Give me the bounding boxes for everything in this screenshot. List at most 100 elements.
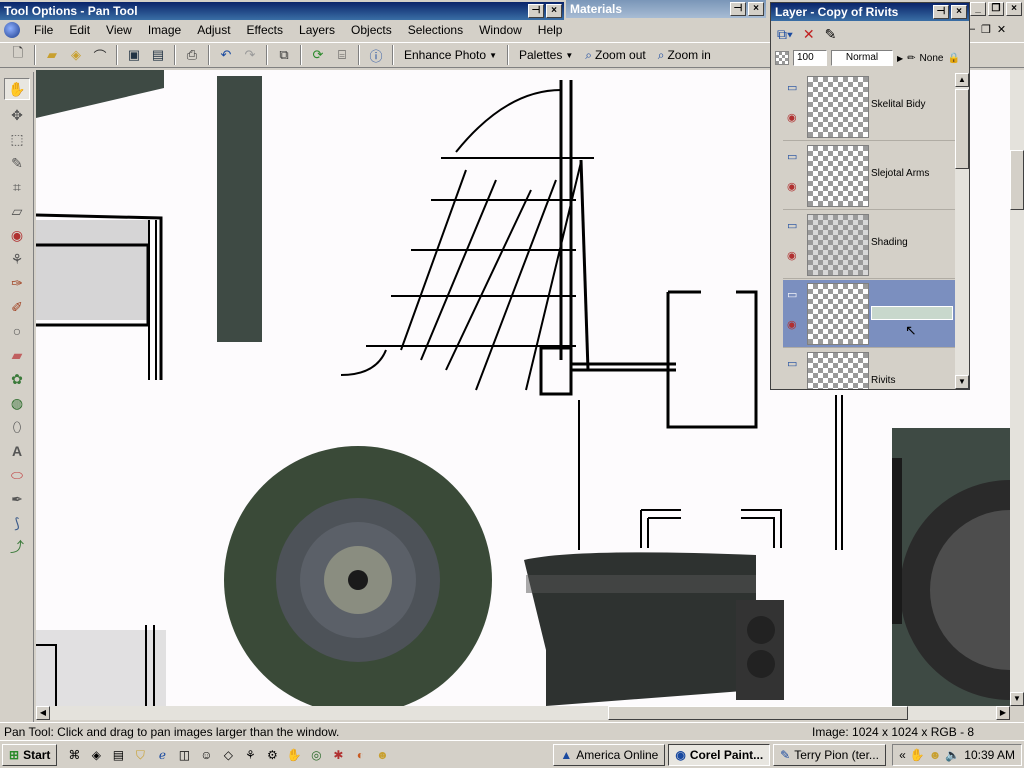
network-icon[interactable]: ⌘ <box>66 747 82 763</box>
zoom-out-button[interactable]: ⌕ Zoom out <box>585 48 645 63</box>
menu-help[interactable]: Help <box>530 20 571 40</box>
clone-tool-icon[interactable]: ⚘ <box>4 248 30 270</box>
scroll-thumb[interactable] <box>608 706 908 720</box>
scroll-left-arrow[interactable]: ◀ <box>36 706 50 720</box>
hand-icon[interactable]: ✋ <box>910 748 925 762</box>
app-icon[interactable]: ◫ <box>176 747 192 763</box>
media-icon[interactable]: ◈ <box>88 747 104 763</box>
preset-shape-icon[interactable]: ⬭ <box>4 464 30 486</box>
menu-image[interactable]: Image <box>140 20 189 40</box>
task-terry-pion[interactable]: ✎ Terry Pion (ter... <box>773 743 886 766</box>
print-icon[interactable]: ⎙ <box>181 44 203 66</box>
open-icon[interactable]: ▰ <box>41 44 63 66</box>
flood-fill-icon[interactable]: ◍ <box>4 392 30 414</box>
canvas-vertical-scrollbar[interactable]: ▼ <box>1010 70 1024 706</box>
pin-icon[interactable]: ✱ <box>330 747 346 763</box>
dropper-tool-icon[interactable]: ✎ <box>4 152 30 174</box>
corel-app-icon[interactable] <box>4 22 20 38</box>
menu-view[interactable]: View <box>98 20 140 40</box>
kite-icon[interactable]: ◇ <box>220 747 236 763</box>
move-tool-icon[interactable]: ✥ <box>4 104 30 126</box>
layer-row[interactable]: ▭ ◉ Shading <box>783 211 955 279</box>
close-icon[interactable]: × <box>1006 2 1022 16</box>
restore-icon[interactable]: ❐ <box>988 2 1004 16</box>
shield-icon[interactable]: ⛉ <box>132 747 148 763</box>
browse-icon[interactable]: ◈ <box>65 44 87 66</box>
close-icon[interactable]: × <box>951 5 967 19</box>
layer-row[interactable]: ▭ ◉ Slejotal Arms <box>783 142 955 210</box>
refresh-icon[interactable]: ⟳ <box>307 44 329 66</box>
scroll-down-arrow[interactable]: ▼ <box>955 375 969 389</box>
scan-icon[interactable]: ⌒ <box>89 44 111 66</box>
undo-icon[interactable]: ↶ <box>215 44 237 66</box>
chevron-right-icon[interactable]: ▶ <box>897 54 903 63</box>
new-icon[interactable]: 🗋 <box>7 44 29 66</box>
airbrush-icon[interactable]: ✐ <box>4 296 30 318</box>
tool-options-titlebar[interactable]: Tool Options - Pan Tool ⊣ × <box>0 2 564 20</box>
scroll-up-arrow[interactable]: ▲ <box>955 73 969 87</box>
scroll-down-arrow[interactable]: ▼ <box>1010 692 1024 706</box>
menu-layers[interactable]: Layers <box>291 20 343 40</box>
close-icon[interactable]: × <box>748 2 764 16</box>
ie-icon[interactable]: ℯ <box>154 747 170 763</box>
minimize-icon[interactable]: _ <box>970 2 986 16</box>
doc-close-icon[interactable]: ✕ <box>997 23 1006 36</box>
layer-edit-icon[interactable]: ✎ <box>825 26 837 43</box>
menu-objects[interactable]: Objects <box>343 20 400 40</box>
layer-palette-titlebar[interactable]: Layer - Copy of Rivits ⊣ × <box>771 3 969 21</box>
opacity-field[interactable]: 100 <box>793 50 827 66</box>
canvas-horizontal-scrollbar[interactable]: ◀ ▶ <box>36 706 1010 720</box>
pin-icon[interactable]: ⊣ <box>933 5 949 19</box>
start-button[interactable]: ⊞ Start <box>2 743 58 766</box>
redo-icon[interactable]: ↷ <box>239 44 261 66</box>
bird-icon[interactable]: ⚘ <box>242 747 258 763</box>
folder-icon[interactable]: ▤ <box>110 747 126 763</box>
new-layer-icon[interactable]: ⧉▾ <box>777 26 793 43</box>
pin-icon[interactable]: ⊣ <box>730 2 746 16</box>
smiley-icon[interactable]: ☻ <box>374 747 390 763</box>
info-icon[interactable]: ⓘ <box>365 44 387 66</box>
person-icon[interactable]: ☺ <box>198 747 214 763</box>
volume-icon[interactable]: 🔈 <box>945 748 960 762</box>
smudge-icon[interactable]: ⬯ <box>4 416 30 438</box>
menu-selections[interactable]: Selections <box>400 20 471 40</box>
doc-restore-icon[interactable]: ❐ <box>981 23 991 36</box>
screenshot-icon[interactable]: ⌸ <box>331 44 353 66</box>
visibility-eye-icon[interactable]: ◉ <box>787 249 797 262</box>
menu-window[interactable]: Window <box>471 20 530 40</box>
art-brush-icon[interactable]: ⟆ <box>4 512 30 534</box>
visibility-eye-icon[interactable]: ◉ <box>787 111 797 124</box>
layer-row[interactable]: ▭ Rivits <box>783 349 955 389</box>
save-icon[interactable]: ▣ <box>123 44 145 66</box>
menu-file[interactable]: File <box>26 20 61 40</box>
globe-icon[interactable]: ◎ <box>308 747 324 763</box>
layer-rename-input[interactable] <box>871 306 953 320</box>
visibility-eye-icon[interactable]: ◉ <box>787 180 797 193</box>
task-corel-paint[interactable]: ◉ Corel Paint... <box>668 743 771 766</box>
eraser-icon[interactable]: ▰ <box>4 344 30 366</box>
save-as-icon[interactable]: ▤ <box>147 44 169 66</box>
menu-adjust[interactable]: Adjust <box>189 20 238 40</box>
pan-tool-icon[interactable]: ✋ <box>4 78 30 100</box>
layer-row-selected[interactable]: ▭ ◉ ↖ <box>783 280 955 348</box>
zoom-in-button[interactable]: ⌕ Zoom in <box>658 48 711 63</box>
delete-layer-icon[interactable]: ✕ <box>803 26 815 43</box>
warp-brush-icon[interactable]: ⤴ <box>4 536 30 558</box>
red-eye-tool-icon[interactable]: ◉ <box>4 224 30 246</box>
scroll-thumb[interactable] <box>955 89 969 169</box>
hand-icon[interactable]: ✋ <box>286 747 302 763</box>
enhance-photo-button[interactable]: Enhance Photo ▼ <box>404 48 497 62</box>
layer-row[interactable]: ▭ ◉ Skelital Bidy <box>783 73 955 141</box>
tray-expand-icon[interactable]: « <box>899 748 906 762</box>
menu-edit[interactable]: Edit <box>61 20 98 40</box>
none-label[interactable]: None <box>920 53 944 64</box>
materials-titlebar[interactable]: Materials ⊣ × <box>566 0 766 18</box>
visibility-eye-icon[interactable]: ◉ <box>787 318 797 331</box>
scroll-thumb[interactable] <box>1010 150 1024 210</box>
palettes-button[interactable]: Palettes ▼ <box>519 48 573 62</box>
lock-icon[interactable]: 🔒 <box>947 53 959 64</box>
gear-icon[interactable]: ⚙ <box>264 747 280 763</box>
deform-tool-icon[interactable]: ▱ <box>4 200 30 222</box>
resize-icon[interactable]: ⧉ <box>273 44 295 66</box>
pen-tool-icon[interactable]: ✒ <box>4 488 30 510</box>
